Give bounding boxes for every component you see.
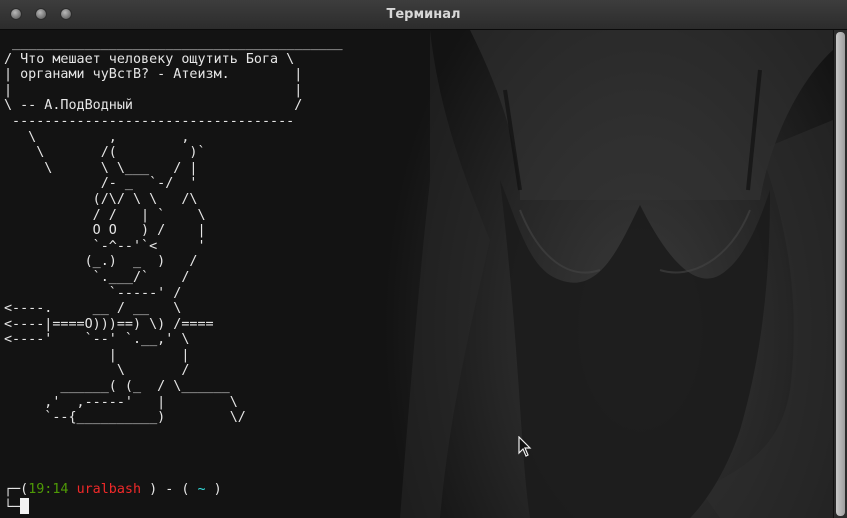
terminal-window: Терминал _______________________________… (0, 0, 847, 518)
vertical-scrollbar[interactable] (833, 30, 847, 518)
wallpaper-corset-shape (500, 180, 770, 518)
input-line[interactable]: └─ (4, 498, 30, 516)
text-cursor (20, 498, 30, 514)
terminal-area[interactable]: ________________________________________… (0, 30, 833, 518)
window-title: Терминал (386, 7, 461, 22)
shell-prompt: ┌─(19:14 uralbash ) - ( ~ ) (4, 482, 222, 498)
prompt-separator: ) - ( (141, 482, 198, 497)
scrollbar-thumb[interactable] (836, 32, 845, 516)
prompt-close: ) (205, 482, 222, 497)
prompt-directory: ~ (197, 482, 206, 497)
prompt-time: 19:14 (28, 482, 69, 497)
title-bar[interactable]: Терминал (0, 0, 847, 30)
prompt-second-line: └─ (4, 500, 21, 515)
mouse-pointer-icon (518, 436, 532, 457)
prompt-user: uralbash (76, 482, 142, 497)
terminal-output: ________________________________________… (4, 36, 343, 426)
wallpaper-left-arm-shape (400, 30, 490, 518)
prompt-open: ┌─( (4, 482, 29, 497)
